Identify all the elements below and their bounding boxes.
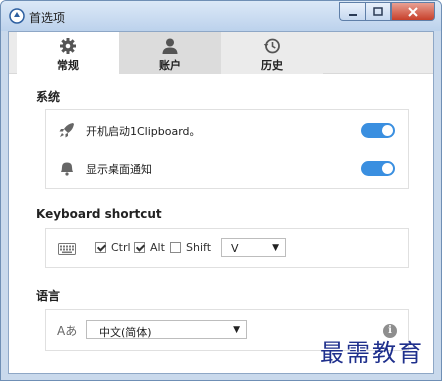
ctrl-checkbox[interactable] — [95, 242, 106, 253]
notifications-toggle[interactable] — [361, 161, 395, 176]
shortcut-key-value: V — [231, 242, 239, 255]
autostart-label: 开机启动1Clipboard。 — [86, 125, 201, 138]
alt-label: Alt — [150, 241, 165, 254]
toggle-knob — [382, 163, 393, 174]
toggle-knob — [382, 125, 393, 136]
tab-account-label: 账户 — [159, 59, 181, 72]
user-icon — [162, 38, 178, 54]
language-icon: Aあ — [57, 324, 78, 338]
language-section-title: 语言 — [36, 289, 61, 303]
autostart-toggle[interactable] — [361, 123, 395, 138]
alt-checkbox-group[interactable]: Alt — [134, 241, 165, 254]
notification-bell-icon — [61, 162, 73, 176]
maximize-icon — [373, 6, 383, 16]
close-button[interactable] — [391, 2, 435, 21]
tab-history-label: 历史 — [261, 59, 283, 72]
alt-checkbox[interactable] — [134, 242, 145, 253]
shift-checkbox[interactable] — [170, 242, 181, 253]
system-panel: 开机启动1Clipboard。 显示桌面通知 — [45, 109, 409, 189]
shortcut-section-title: Keyboard shortcut — [36, 207, 162, 221]
tab-history[interactable]: 历史 — [221, 32, 323, 74]
minimize-icon — [348, 13, 357, 16]
watermark-text: 最需教育 — [320, 339, 424, 367]
tab-general[interactable]: 常规 — [17, 32, 119, 75]
minimize-button[interactable] — [339, 2, 365, 21]
tab-bar: 常规 账户 历史 — [9, 32, 433, 75]
window-title: 首选项 — [29, 11, 66, 25]
gear-icon — [60, 38, 76, 54]
close-icon — [408, 6, 418, 17]
ctrl-label: Ctrl — [111, 241, 131, 254]
chevron-down-icon: ▼ — [272, 243, 279, 253]
keyboard-icon — [58, 243, 76, 255]
rocket-icon — [59, 123, 74, 138]
window-controls — [339, 2, 435, 21]
system-section-title: 系统 — [36, 90, 61, 104]
title-bar[interactable]: 首选项 — [1, 1, 441, 31]
tab-general-label: 常规 — [57, 59, 79, 72]
autostart-row: 开机启动1Clipboard。 — [46, 112, 408, 148]
shortcut-panel: Ctrl Alt Shift V ▼ — [45, 228, 409, 268]
notifications-row: 显示桌面通知 — [46, 150, 408, 186]
preferences-content: 常规 账户 历史 系统 开机启动1Clipboard。 显示桌面通知 Keybo… — [8, 31, 434, 374]
app-logo-icon — [9, 8, 25, 24]
shortcut-key-select[interactable]: V ▼ — [221, 238, 286, 257]
ctrl-checkbox-group[interactable]: Ctrl — [95, 241, 131, 254]
preferences-window: 首选项 常规 账户 历史 系统 开机启动1Clipboard。 显示桌面通知 K… — [0, 0, 442, 381]
chevron-down-icon: ▼ — [233, 325, 240, 335]
tab-account[interactable]: 账户 — [119, 32, 221, 74]
shift-label: Shift — [186, 241, 212, 254]
shift-checkbox-group[interactable]: Shift — [170, 241, 211, 254]
language-value: 中文(简体) — [99, 326, 152, 339]
language-select[interactable]: 中文(简体) ▼ — [86, 320, 247, 339]
notifications-label: 显示桌面通知 — [86, 163, 152, 176]
maximize-button[interactable] — [365, 2, 391, 21]
history-icon — [263, 38, 280, 54]
